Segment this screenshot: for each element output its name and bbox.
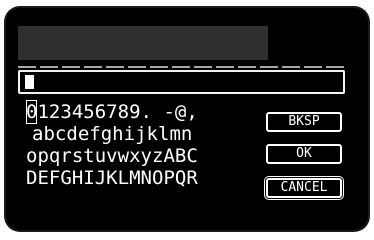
keyboard-key[interactable]: 3	[60, 100, 71, 124]
backspace-button[interactable]: BKSP	[266, 112, 342, 132]
keyboard-key[interactable]: E	[37, 166, 48, 190]
keyboard-key[interactable]: g	[101, 122, 112, 146]
keyboard-key[interactable]: I	[83, 166, 94, 190]
keyboard-key[interactable]: 7	[106, 100, 117, 124]
keyboard-key[interactable]: s	[72, 144, 83, 168]
keyboard-key[interactable]: i	[124, 122, 135, 146]
keyboard-key[interactable]: f	[89, 122, 100, 146]
keyboard-key[interactable]: w	[118, 144, 129, 168]
keyboard-key[interactable]: r	[60, 144, 71, 168]
keyboard-key[interactable]: 9	[129, 100, 140, 124]
keyboard-key[interactable]: m	[169, 122, 180, 146]
keyboard-key[interactable]: O	[152, 166, 163, 190]
keyboard-key[interactable]: ,	[186, 100, 197, 124]
keyboard-key[interactable]: -	[163, 100, 174, 124]
keyboard-key[interactable]: b	[43, 122, 54, 146]
divider	[18, 66, 345, 68]
keyboard-row: DEFGHIJKLMNOPQR	[26, 166, 198, 190]
keyboard-key[interactable]: y	[141, 144, 152, 168]
keyboard-key[interactable]: C	[186, 144, 197, 168]
keyboard-key[interactable]: 5	[83, 100, 94, 124]
title-band	[18, 26, 268, 60]
keyboard-row: 0123456789. -@,	[26, 100, 198, 124]
keyboard-row: opqrstuvwxyzABC	[26, 144, 198, 168]
keyboard-key[interactable]: c	[55, 122, 66, 146]
keyboard-key[interactable]: M	[129, 166, 140, 190]
text-cursor	[25, 75, 34, 89]
keyboard-key[interactable]: u	[95, 144, 106, 168]
keyboard-key[interactable]: l	[158, 122, 169, 146]
keyboard-key[interactable]: 8	[118, 100, 129, 124]
keyboard-key[interactable]: .	[141, 100, 152, 124]
keyboard-key[interactable]: n	[181, 122, 192, 146]
cancel-button[interactable]: CANCEL	[264, 176, 344, 200]
keyboard-key[interactable]: h	[112, 122, 123, 146]
keyboard-key[interactable]: H	[72, 166, 83, 190]
keyboard-key[interactable]: R	[186, 166, 197, 190]
keyboard-key[interactable]	[152, 100, 163, 124]
text-input[interactable]	[18, 70, 345, 94]
keyboard-key[interactable]: a	[32, 122, 43, 146]
keyboard-key[interactable]: j	[135, 122, 146, 146]
keyboard-key[interactable]: t	[83, 144, 94, 168]
keyboard-key[interactable]: p	[37, 144, 48, 168]
keyboard-key[interactable]: o	[26, 144, 37, 168]
keyboard-row: abcdefghijklmn	[32, 122, 192, 146]
keyboard-key[interactable]: 6	[95, 100, 106, 124]
keyboard-key[interactable]: 2	[49, 100, 60, 124]
device-screen: 0123456789. -@, abcdefghijklmn opqrstuvw…	[6, 8, 368, 230]
keyboard-key[interactable]: P	[163, 166, 174, 190]
keyboard-key[interactable]: v	[106, 144, 117, 168]
on-screen-keyboard: 0123456789. -@, abcdefghijklmn opqrstuvw…	[24, 100, 274, 210]
keyboard-key[interactable]: 1	[37, 100, 48, 124]
keyboard-key[interactable]: J	[95, 166, 106, 190]
keyboard-key[interactable]: z	[152, 144, 163, 168]
keyboard-key[interactable]: 4	[72, 100, 83, 124]
keyboard-key[interactable]: Q	[175, 166, 186, 190]
keyboard-key[interactable]: N	[141, 166, 152, 190]
keyboard-key[interactable]: @	[175, 100, 186, 124]
ok-button[interactable]: OK	[266, 144, 342, 164]
keyboard-key[interactable]: D	[26, 166, 37, 190]
keyboard-key[interactable]: L	[118, 166, 129, 190]
keyboard-key[interactable]: d	[66, 122, 77, 146]
keyboard-key[interactable]: G	[60, 166, 71, 190]
keyboard-key[interactable]: K	[106, 166, 117, 190]
keyboard-key-selected[interactable]: 0	[26, 100, 38, 124]
keyboard-key[interactable]: q	[49, 144, 60, 168]
keyboard-key[interactable]: F	[49, 166, 60, 190]
keyboard-key[interactable]: x	[129, 144, 140, 168]
keyboard-key[interactable]: B	[175, 144, 186, 168]
keyboard-key[interactable]: e	[78, 122, 89, 146]
keyboard-key[interactable]: k	[147, 122, 158, 146]
keyboard-key[interactable]: A	[163, 144, 174, 168]
